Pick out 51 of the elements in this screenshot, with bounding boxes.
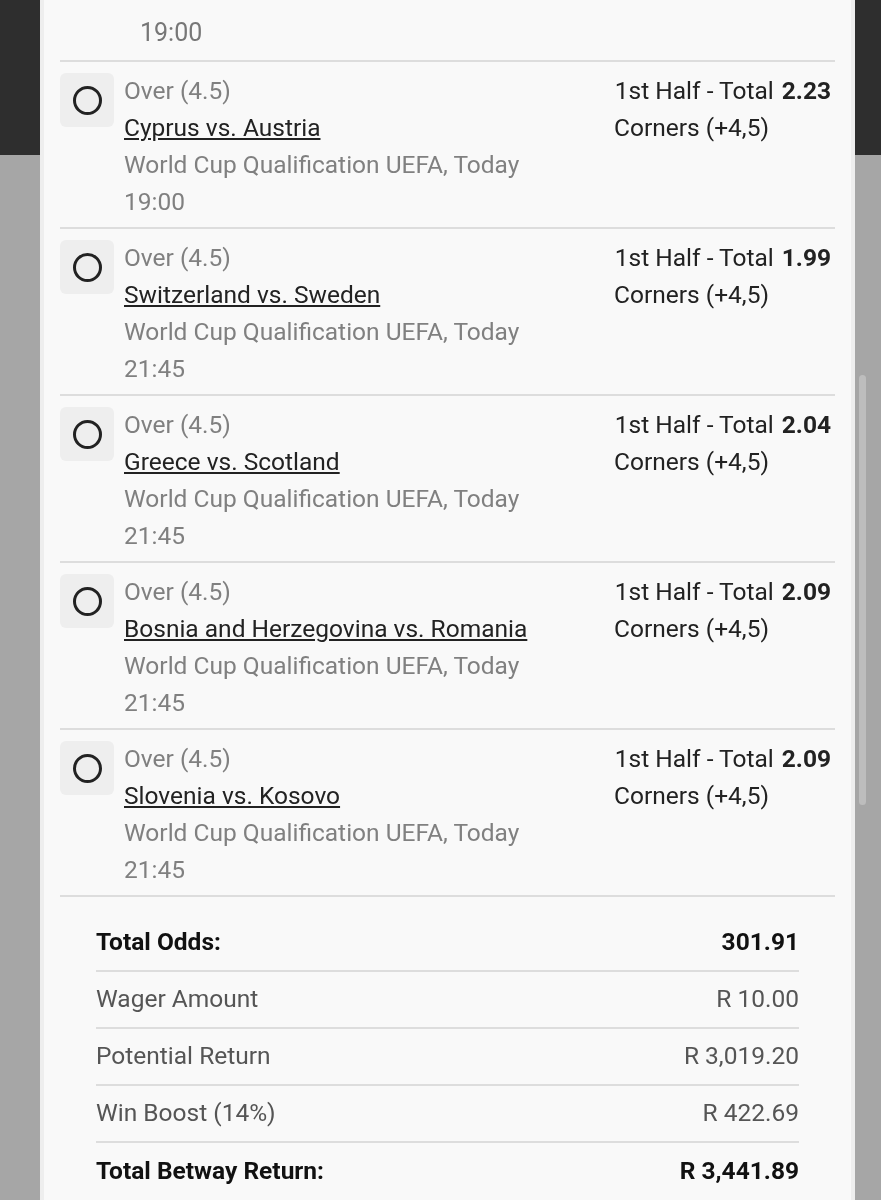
event-time: 21:45: [124, 687, 186, 719]
summary-value: R 422.69: [702, 1097, 799, 1130]
select-checkbox[interactable]: [60, 240, 114, 294]
selection-pick: Over (4.5): [124, 409, 232, 441]
match-link[interactable]: Greece vs. Scotland: [124, 443, 615, 480]
market-name: Corners (+4,5): [614, 613, 770, 645]
summary-label: Win Boost (14%): [96, 1097, 276, 1130]
market-name: Corners (+4,5): [614, 279, 770, 311]
odds-value: 2.04: [781, 409, 831, 441]
market-name: Corners (+4,5): [614, 112, 770, 144]
market-name: 1st Half - Total: [614, 743, 774, 775]
competition-text: World Cup Qualification UEFA, Today: [124, 650, 521, 682]
market-name: 1st Half - Total: [614, 75, 774, 107]
market-name: Corners (+4,5): [614, 446, 770, 478]
summary-value: R 3,019.20: [683, 1040, 799, 1073]
competition-text: World Cup Qualification UEFA, Today: [124, 817, 521, 849]
select-checkbox[interactable]: [60, 407, 114, 461]
odds-value: 2.23: [781, 75, 831, 107]
summary-value: R 3,441.89: [679, 1155, 799, 1188]
summary-value: 301.91: [721, 926, 799, 959]
selection-pick: Over (4.5): [124, 242, 232, 274]
market-name: 1st Half - Total: [614, 242, 774, 274]
summary-label: Wager Amount: [96, 983, 259, 1016]
odds-value: 1.99: [781, 242, 831, 274]
competition-text: World Cup Qualification UEFA, Today: [124, 316, 521, 348]
summary-value: R 10.00: [716, 983, 799, 1016]
market-name: Corners (+4,5): [614, 780, 770, 812]
select-checkbox[interactable]: [60, 574, 114, 628]
market-name: 1st Half - Total: [614, 409, 774, 441]
match-link[interactable]: Switzerland vs. Sweden: [124, 276, 615, 313]
summary-label: Potential Return: [96, 1040, 271, 1073]
odds-value: 2.09: [781, 743, 831, 775]
selection-pick: Over (4.5): [124, 576, 232, 608]
select-checkbox[interactable]: [60, 73, 114, 127]
competition-text: World Cup Qualification UEFA, Today: [124, 149, 521, 181]
summary-label: Total Betway Return:: [96, 1155, 324, 1188]
event-time: 19:00: [140, 18, 203, 47]
summary-label: Total Odds:: [96, 926, 221, 959]
selection-pick: Over (4.5): [124, 75, 232, 107]
competition-text: World Cup Qualification UEFA, Today: [124, 483, 521, 515]
event-time: 19:00: [124, 186, 186, 218]
selection-pick: Over (4.5): [124, 743, 232, 775]
event-time: 21:45: [124, 520, 186, 552]
odds-value: 2.09: [781, 576, 831, 608]
match-link[interactable]: Slovenia vs. Kosovo: [124, 777, 615, 814]
select-checkbox[interactable]: [60, 741, 114, 795]
event-time: 21:45: [124, 353, 186, 385]
event-time: 21:45: [124, 854, 186, 886]
market-name: 1st Half - Total: [614, 576, 774, 608]
match-link[interactable]: Cyprus vs. Austria: [124, 109, 615, 146]
match-link[interactable]: Bosnia and Herzegovina vs. Romania: [124, 610, 615, 647]
